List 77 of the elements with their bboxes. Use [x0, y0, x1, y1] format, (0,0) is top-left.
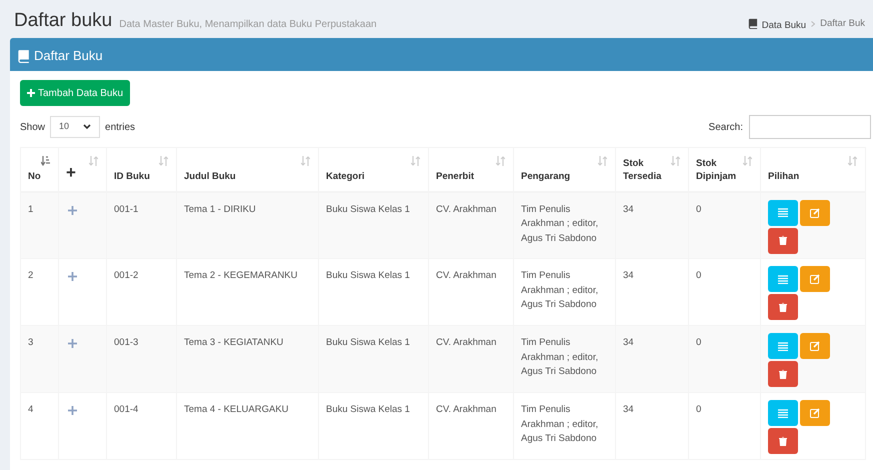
table-cell-text: 0 — [696, 403, 702, 417]
table-cell-text: 34 — [623, 269, 635, 283]
edit-icon — [810, 208, 820, 218]
trash-icon — [779, 302, 787, 312]
trash-icon — [779, 236, 787, 245]
expand-row-icon[interactable] — [68, 406, 77, 415]
expand-row-icon[interactable] — [68, 272, 77, 281]
table-cell-text: 001-1 — [114, 202, 140, 216]
table-cell-text: CV. Arakhman — [436, 269, 498, 283]
table-cell-text: 3 — [28, 336, 34, 350]
table-cell-text: Buku Siswa Kelas 1 — [326, 269, 411, 283]
page-title: Daftar buku — [14, 11, 112, 30]
list-icon — [778, 208, 788, 217]
table-cell-text: Tim Penulis Arakhman ; editor, Agus Tri Sabdono — [521, 202, 600, 246]
search-label: Search: — [708, 120, 743, 134]
delete-button[interactable] — [768, 228, 798, 254]
table-cell-text: Buku Siswa Kelas 1 — [326, 202, 411, 216]
search-field[interactable] — [749, 115, 871, 139]
table-cell-text: 34 — [623, 336, 635, 350]
book-icon — [746, 18, 758, 28]
breadcrumb-link[interactable]: Data Buku — [746, 18, 806, 30]
delete-button[interactable] — [768, 428, 798, 454]
edit-button[interactable] — [800, 200, 830, 226]
edit-button[interactable] — [800, 333, 830, 359]
edit-button[interactable] — [800, 400, 830, 426]
table-cell-text: 0 — [696, 202, 702, 216]
chevron-right-icon — [811, 20, 816, 27]
table-cell-text: 001-3 — [114, 336, 140, 350]
detail-button[interactable] — [768, 200, 798, 226]
chevron-down-icon — [83, 124, 92, 130]
table-cell-text: 0 — [696, 336, 702, 350]
table-cell-text: CV. Arakhman — [436, 336, 498, 350]
table-cell-text: 34 — [623, 403, 635, 417]
page-subtitle: Data Master Buku, Menampilkan data Buku Perpustakaan — [119, 20, 377, 30]
table-cell-text: 34 — [623, 202, 635, 216]
table-cell-text: CV. Arakhman — [436, 202, 498, 216]
table-cell-text: 001-2 — [114, 269, 140, 283]
delete-button[interactable] — [768, 294, 798, 320]
edit-icon — [810, 341, 820, 351]
table-cell-text: CV. Arakhman — [436, 403, 498, 417]
show-label: Show — [20, 120, 46, 134]
entries-select[interactable]: 10 — [50, 116, 100, 138]
table-cell-text: Tim Penulis Arakhman ; editor, Agus Tri Sabdono — [521, 336, 600, 380]
edit-button[interactable] — [800, 266, 830, 292]
table-cell-text: 1 — [28, 202, 34, 216]
table-cell-text: 001-4 — [114, 403, 140, 417]
panel-title: Daftar Buku — [16, 46, 103, 66]
book-icon — [16, 49, 30, 63]
column-header[interactable]: + — [66, 163, 76, 182]
trash-icon — [779, 436, 787, 446]
table-cell-text: Tema 1 - DIRIKU — [184, 202, 257, 216]
table-cell-text: Tim Penulis Arakhman ; editor, Agus Tri Sabdono — [521, 269, 600, 312]
table-cell-text: 2 — [28, 269, 34, 283]
column-header[interactable]: No — [28, 170, 51, 184]
detail-button[interactable] — [768, 333, 798, 359]
expand-row-icon[interactable] — [68, 339, 77, 348]
delete-button[interactable] — [768, 361, 798, 387]
table-cell-text: 4 — [28, 403, 34, 417]
breadcrumb-link[interactable]: Daftar Buk — [820, 19, 865, 28]
edit-icon — [810, 408, 820, 418]
list-icon — [778, 342, 788, 350]
table-cell-text: Tema 4 - KELUARGAKU — [184, 403, 290, 417]
table-cell-text: Buku Siswa Kelas 1 — [326, 336, 411, 350]
plus-icon — [27, 89, 35, 97]
expand-row-icon[interactable] — [68, 206, 77, 214]
list-icon — [778, 408, 788, 418]
table-cell-text: Tema 3 - KEGIATANKU — [184, 336, 284, 350]
trash-icon — [779, 370, 787, 378]
table-cell-text: Buku Siswa Kelas 1 — [326, 403, 411, 417]
entries-label: entries — [105, 120, 136, 134]
edit-icon — [810, 274, 820, 284]
detail-button[interactable] — [768, 400, 798, 426]
table-cell-text: Tim Penulis Arakhman ; editor, Agus Tri Sabdono — [521, 403, 600, 446]
detail-button[interactable] — [768, 266, 798, 292]
table-cell-text: 0 — [696, 269, 702, 283]
list-icon — [778, 274, 788, 284]
table-cell-text: Tema 2 - KEGEMARANKU — [184, 269, 298, 283]
